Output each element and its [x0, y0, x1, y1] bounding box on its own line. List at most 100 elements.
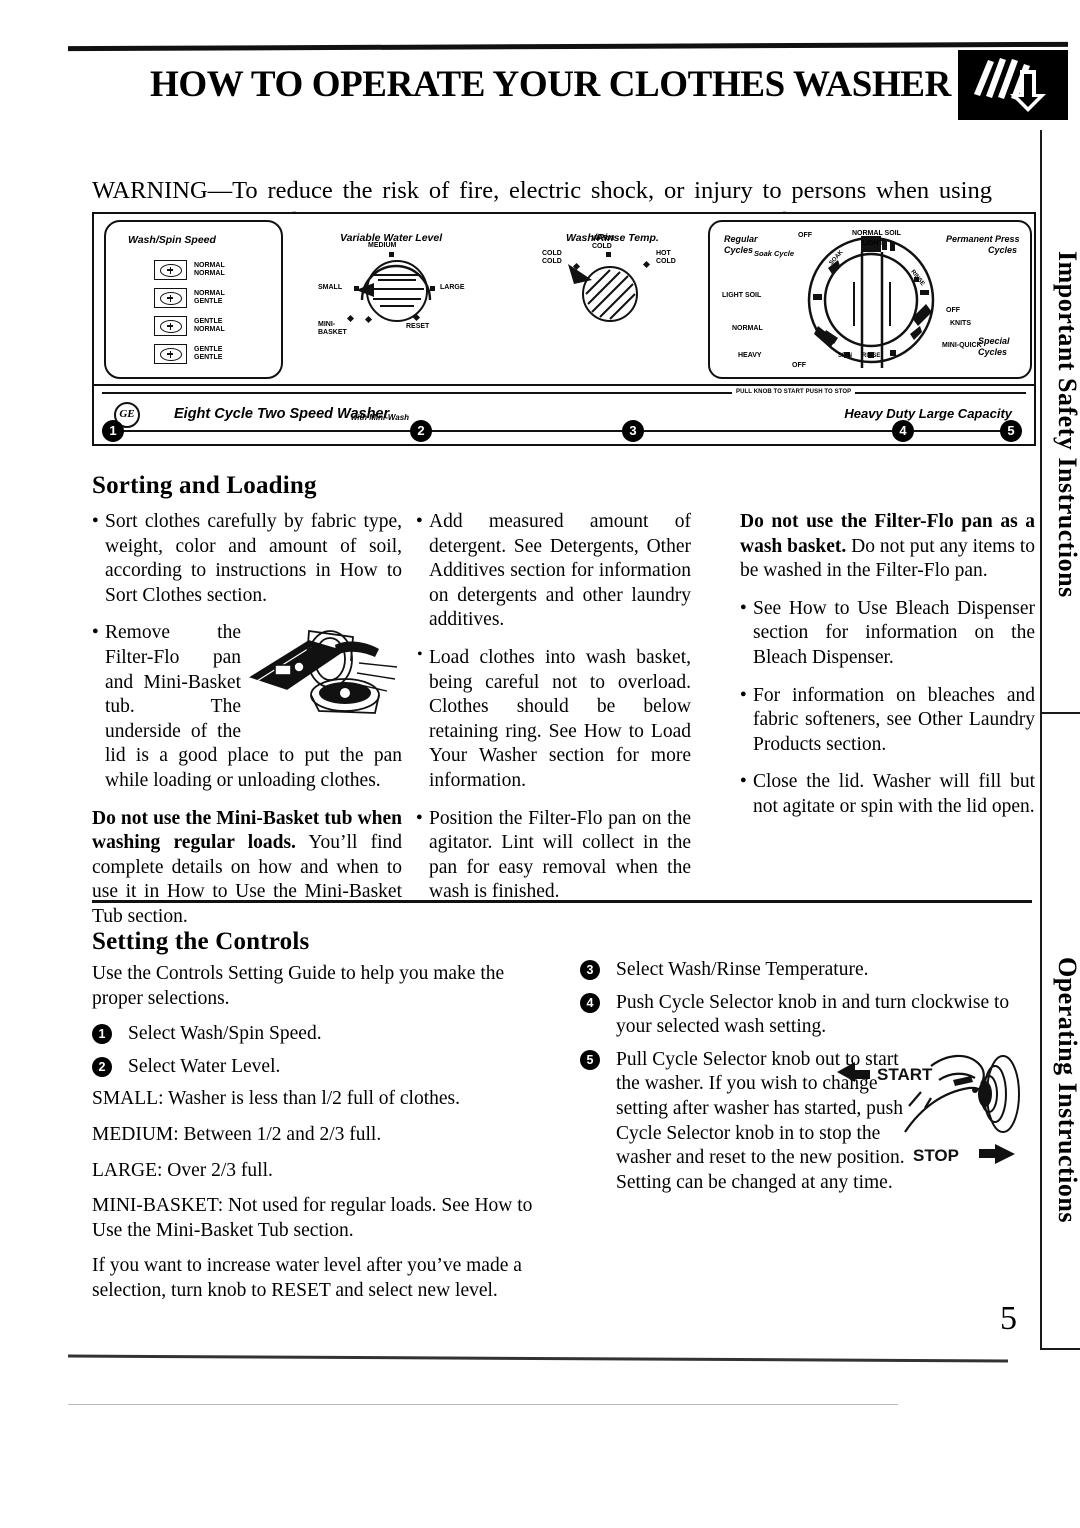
level-small: SMALL: Washer is less than l/2 full of c…: [92, 1088, 460, 1110]
settings-step-3-text: Select Wash/Rinse Temperature.: [616, 959, 869, 980]
cycle-selector-group: Regular Cycles Permanent Press Cycles Sp…: [708, 220, 1032, 379]
temperature-mark-hot-cold: [642, 260, 651, 269]
bottom-rule-secondary: [68, 1404, 898, 1405]
cycle-label-knits: KNITS: [950, 320, 971, 327]
manual-page: HOW TO OPERATE YOUR CLOTHES WASHER WARNI…: [0, 0, 1080, 1528]
water-level-mark-minibasket-b: [364, 315, 373, 324]
cycle-dial[interactable]: [806, 230, 936, 370]
step-number-5: 5: [580, 1049, 600, 1070]
sorting-bullet-6: See How to Use Bleach Dispenser section …: [740, 595, 1035, 671]
water-level-label-reset: RESET: [406, 323, 430, 330]
reset-note: If you want to increase water level afte…: [92, 1255, 522, 1301]
settings-step-3: 3 Select Wash/Rinse Temperature.: [580, 958, 1035, 983]
nameplate-rule: [102, 392, 1026, 394]
callout-1: 1: [102, 420, 124, 442]
speed-button-4[interactable]: [154, 344, 187, 364]
level-mini-basket: MINI-BASKET: Not used for regular loads.…: [92, 1195, 533, 1241]
level-medium: MEDIUM: Between 1/2 and 2/3 full.: [92, 1123, 382, 1145]
cycle-label-rinse: RINSE: [862, 353, 881, 359]
temperature-group: Wash/Rinse Temp. WARM COLD COLD COLD HOT…: [504, 220, 699, 375]
speed-button-3[interactable]: [154, 316, 187, 336]
settings-heading: Setting the Controls: [92, 928, 310, 955]
sorting-column-2: Add measured amount of detergent. See De…: [416, 508, 691, 918]
cycle-label-light: LIGHT: [862, 240, 883, 247]
step-number-3: 3: [580, 960, 600, 980]
side-tab-operating-instructions[interactable]: Operating Instructions: [1042, 860, 1080, 1320]
cycle-label-mini-quick: MINI-QUICK: [942, 342, 982, 349]
sorting-column-1: Sort clothes carefully by fabric type, w…: [92, 508, 402, 943]
control-panel-upper: Wash/Spin Speed NORMAL NORMAL NORMAL GEN…: [94, 214, 1034, 382]
water-level-label-medium: MEDIUM: [368, 242, 397, 249]
sorting-heading: Sorting and Loading: [92, 472, 317, 499]
regular-cycles-label-1: Regular: [724, 234, 758, 244]
water-level-mark-minibasket-a: [346, 314, 355, 323]
settings-step-2: 2 Select Water Level.: [92, 1055, 542, 1080]
washer-hand-badge-icon: [958, 50, 1068, 120]
callout-row: 1 2 3 4 5: [92, 420, 1032, 448]
temperature-mark-warm-cold: [606, 252, 611, 257]
cycle-label-spin: SPIN: [838, 353, 853, 359]
sorting-bullet-1: Sort clothes carefully by fabric type, w…: [92, 508, 402, 608]
pull-knob-instruction: PULL KNOB TO START PUSH TO STOP: [732, 389, 856, 395]
water-level-mark-large: [430, 286, 435, 291]
side-tab-important-safety-instructions[interactable]: Important Safety Instructions: [1042, 144, 1080, 704]
cycle-label-soak-cycle: Soak Cycle: [754, 249, 795, 258]
water-level-mark-small: [354, 286, 359, 291]
callout-4: 4: [892, 420, 914, 442]
control-panel-illustration: Wash/Spin Speed NORMAL NORMAL NORMAL GEN…: [92, 212, 1036, 446]
title-block: HOW TO OPERATE YOUR CLOTHES WASHER: [150, 50, 1068, 122]
cycle-label-off-top: OFF: [798, 232, 812, 239]
speed-label-2b: GENTLE: [194, 298, 223, 305]
step-number-1: 1: [92, 1024, 112, 1045]
speed-label-3b: NORMAL: [194, 326, 225, 333]
water-level-mark-reset: [412, 313, 421, 322]
bottom-rule: [67, 1354, 1009, 1363]
side-tab-column: Important Safety Instructions Operating …: [1040, 130, 1080, 1350]
cycle-label-normal: NORMAL: [732, 325, 763, 332]
perm-press-label-1: Permanent Press: [946, 234, 1020, 244]
water-level-group: Variable Water Level MEDIUM SMALL LARGE …: [304, 220, 489, 375]
speed-button-2[interactable]: [154, 288, 187, 308]
settings-step-1: 1 Select Wash/Spin Speed.: [92, 1022, 542, 1047]
settings-step-1-text: Select Wash/Spin Speed.: [128, 1023, 322, 1045]
sorting-bullet-3: Add measured amount of detergent. See De…: [416, 508, 691, 633]
water-level-label-minibasket-2: BASKET: [318, 329, 347, 336]
step-number-4: 4: [580, 992, 600, 1013]
section-divider: [92, 900, 1032, 903]
sorting-note-1: Do not use the Mini-Basket tub when wash…: [92, 807, 402, 930]
settings-step-5-text: Pull Cycle Selector knob out to start th…: [616, 1048, 905, 1193]
speed-button-1[interactable]: [154, 260, 187, 280]
page-title: HOW TO OPERATE YOUR CLOTHES WASHER: [150, 64, 951, 105]
special-cycles-label-2: Cycles: [978, 347, 1008, 357]
temperature-label-hotcold-2: COLD: [656, 258, 676, 265]
sorting-bullet-2: Remove the Filter-Flo pan and Mini-Baske…: [92, 619, 402, 793]
step-number-2: 2: [92, 1056, 112, 1077]
sorting-bullet-5: Position the Filter-Flo pan on the agita…: [416, 805, 691, 905]
page-number: 5: [1000, 1300, 1017, 1337]
temperature-label-coldcold-2: COLD: [542, 258, 562, 265]
special-cycles-label-1: Special: [978, 336, 1010, 346]
settings-step-4-text: Push Cycle Selector knob in and turn clo…: [616, 991, 1010, 1038]
settings-column-left: Use the Controls Setting Guide to help y…: [92, 962, 542, 1315]
cycle-label-off-bottom: OFF: [792, 362, 806, 369]
regular-cycles-label-2: Cycles: [724, 245, 754, 255]
side-tab-divider-2: [1040, 1348, 1080, 1350]
callout-5: 5: [1000, 420, 1022, 442]
sorting-note-2: Do not use the Filter-Flo pan as a wash …: [740, 510, 1035, 584]
capacity-label: Heavy Duty Large Capacity: [844, 406, 1012, 421]
cycle-label-heavy: HEAVY: [738, 352, 762, 359]
side-tab-divider-1: [1040, 712, 1080, 714]
sorting-bullet-4: Load clothes into wash basket, being car…: [416, 643, 691, 794]
water-level-mark-medium: [389, 252, 394, 257]
settings-step-5: 5 Pull Cycle Selector knob out to start t…: [580, 1048, 1035, 1196]
wash-spin-speed-heading: Wash/Spin Speed: [128, 234, 216, 246]
water-level-label-small: SMALL: [318, 284, 343, 291]
speed-label-4b: GENTLE: [194, 354, 223, 361]
settings-intro: Use the Controls Setting Guide to help y…: [92, 963, 505, 1009]
sorting-bullet-8: Close the lid. Washer will fill but not …: [740, 768, 1035, 819]
settings-step-2-text: Select Water Level.: [128, 1055, 281, 1077]
sorting-bullet-7: For information on bleaches and fabric s…: [740, 682, 1035, 758]
callout-3: 3: [622, 420, 644, 442]
settings-step-4: 4 Push Cycle Selector knob in and turn cl…: [580, 991, 1035, 1040]
top-rule: [67, 41, 1069, 52]
